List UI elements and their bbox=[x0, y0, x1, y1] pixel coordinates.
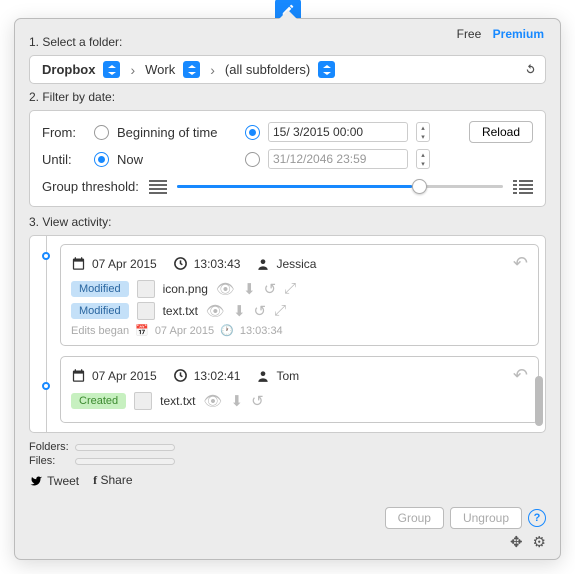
calendar-icon bbox=[71, 256, 86, 271]
event-user: Jessica bbox=[276, 257, 316, 271]
clock-icon: 🕐 bbox=[220, 324, 234, 337]
chevron-down-icon[interactable] bbox=[103, 61, 120, 78]
timeline-dot bbox=[42, 382, 50, 390]
folders-progress bbox=[75, 444, 175, 451]
from-date-radio[interactable] bbox=[245, 125, 260, 140]
eye-icon[interactable]: 👁 bbox=[216, 280, 235, 298]
eye-icon[interactable]: 👁 bbox=[206, 302, 225, 320]
footer: Folders: Files: Group Ungroup ? Tweet f … bbox=[29, 441, 546, 488]
action-badge: Modified bbox=[71, 281, 129, 297]
reload-button[interactable]: Reload bbox=[469, 121, 533, 143]
event-time: 13:02:41 bbox=[194, 369, 241, 383]
scrollbar[interactable] bbox=[535, 376, 543, 426]
activity-card: 07 Apr 2015 13:02:41 Tom ↶ Created text.… bbox=[60, 356, 539, 423]
until-date-input[interactable]: 31/12/2046 23:59 bbox=[268, 149, 408, 169]
breadcrumb-work[interactable]: Work bbox=[139, 59, 206, 80]
file-name: icon.png bbox=[163, 282, 208, 296]
threshold-label: Group threshold: bbox=[42, 179, 139, 194]
breadcrumb-root[interactable]: Dropbox bbox=[36, 59, 126, 80]
list-dense-icon bbox=[513, 180, 533, 194]
ungroup-button[interactable]: Ungroup bbox=[450, 507, 522, 529]
history-icon[interactable]: ↺ bbox=[264, 280, 277, 298]
file-icon bbox=[137, 302, 155, 320]
action-badge: Modified bbox=[71, 303, 129, 319]
chevron-right-icon: › bbox=[206, 62, 219, 78]
breadcrumb-subfolders[interactable]: (all subfolders) bbox=[219, 59, 341, 80]
premium-link[interactable]: Premium bbox=[493, 27, 544, 41]
section-2-label: 2. Filter by date: bbox=[29, 90, 546, 104]
until-stepper[interactable]: ▴▾ bbox=[416, 149, 430, 169]
gear-icon[interactable]: ⚙ bbox=[533, 533, 546, 551]
file-icon bbox=[134, 392, 152, 410]
folders-label: Folders: bbox=[29, 441, 69, 453]
chevron-right-icon: › bbox=[126, 62, 139, 78]
from-beginning-radio[interactable] bbox=[94, 125, 109, 140]
move-icon[interactable]: ✥ bbox=[510, 533, 523, 551]
from-date-input[interactable]: 15/ 3/2015 00:00 bbox=[268, 122, 408, 142]
action-badge: Created bbox=[71, 393, 126, 409]
expand-icon[interactable]: ⤢ bbox=[274, 302, 286, 320]
edits-began: Edits began 📅 07 Apr 2015 🕐 13:03:34 bbox=[71, 324, 528, 337]
from-label: From: bbox=[42, 125, 86, 140]
expand-icon[interactable]: ⤢ bbox=[284, 280, 296, 298]
event-user: Tom bbox=[276, 369, 299, 383]
activity-panel: 07 Apr 2015 13:03:43 Jessica ↶ Modified … bbox=[29, 235, 546, 433]
filter-panel: From: Beginning of time 15/ 3/2015 00:00… bbox=[29, 110, 546, 207]
timeline-line bbox=[46, 236, 47, 432]
chevron-down-icon[interactable] bbox=[183, 61, 200, 78]
eye-icon[interactable]: 👁 bbox=[203, 392, 222, 410]
refresh-icon[interactable] bbox=[521, 61, 539, 79]
file-icon bbox=[137, 280, 155, 298]
plan-links: Free Premium bbox=[449, 27, 544, 41]
folder-breadcrumb: Dropbox › Work › (all subfolders) bbox=[29, 55, 546, 84]
main-popover: Free Premium 1. Select a folder: Dropbox… bbox=[14, 18, 561, 560]
calendar-icon bbox=[71, 368, 86, 383]
download-icon[interactable]: ⬇ bbox=[231, 392, 244, 410]
file-name: text.txt bbox=[163, 304, 198, 318]
group-button[interactable]: Group bbox=[385, 507, 444, 529]
timeline-dot bbox=[42, 252, 50, 260]
event-time: 13:03:43 bbox=[194, 257, 241, 271]
event-date: 07 Apr 2015 bbox=[92, 369, 157, 383]
list-sparse-icon bbox=[149, 180, 167, 194]
user-icon bbox=[256, 369, 270, 383]
calendar-icon: 📅 bbox=[135, 324, 149, 337]
until-now-radio[interactable] bbox=[94, 152, 109, 167]
help-icon[interactable]: ? bbox=[528, 509, 546, 527]
from-stepper[interactable]: ▴▾ bbox=[416, 122, 430, 142]
tweet-button[interactable]: Tweet bbox=[29, 474, 79, 488]
download-icon[interactable]: ⬇ bbox=[233, 302, 246, 320]
download-icon[interactable]: ⬇ bbox=[243, 280, 256, 298]
file-name: text.txt bbox=[160, 394, 195, 408]
file-row: Created text.txt 👁 ⬇ ↺ bbox=[71, 392, 528, 410]
file-row: Modified icon.png 👁 ⬇ ↺ ⤢ bbox=[71, 280, 528, 298]
clock-icon bbox=[173, 368, 188, 383]
clock-icon bbox=[173, 256, 188, 271]
chevron-down-icon[interactable] bbox=[318, 61, 335, 78]
revert-icon[interactable]: ↶ bbox=[513, 365, 528, 386]
revert-icon[interactable]: ↶ bbox=[513, 253, 528, 274]
until-label: Until: bbox=[42, 152, 86, 167]
files-progress bbox=[75, 458, 175, 465]
activity-card: 07 Apr 2015 13:03:43 Jessica ↶ Modified … bbox=[60, 244, 539, 346]
slider-thumb[interactable] bbox=[412, 179, 427, 194]
event-date: 07 Apr 2015 bbox=[92, 257, 157, 271]
user-icon bbox=[256, 257, 270, 271]
section-3-label: 3. View activity: bbox=[29, 215, 546, 229]
threshold-slider[interactable] bbox=[177, 185, 503, 188]
share-button[interactable]: f Share bbox=[93, 473, 132, 488]
files-label: Files: bbox=[29, 455, 55, 467]
history-icon[interactable]: ↺ bbox=[254, 302, 267, 320]
file-row: Modified text.txt 👁 ⬇ ↺ ⤢ bbox=[71, 302, 528, 320]
history-icon[interactable]: ↺ bbox=[251, 392, 264, 410]
until-date-radio[interactable] bbox=[245, 152, 260, 167]
free-link[interactable]: Free bbox=[457, 27, 482, 41]
